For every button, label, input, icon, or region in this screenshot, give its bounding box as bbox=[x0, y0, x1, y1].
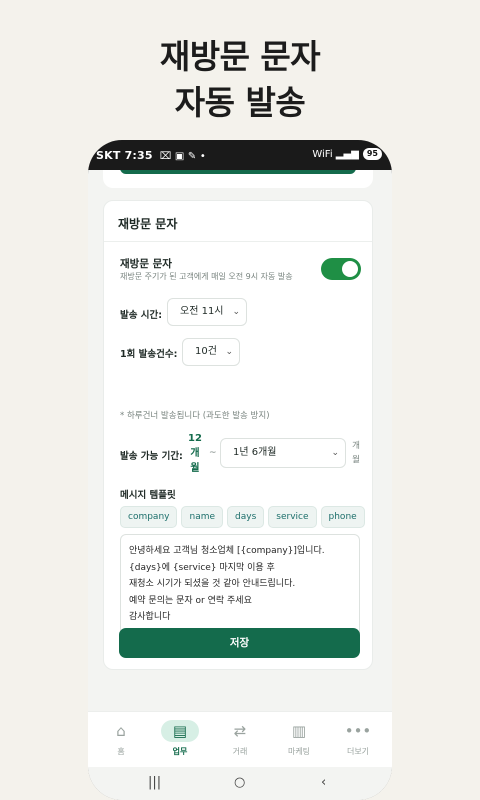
transfer-icon: ⇄ bbox=[233, 722, 247, 740]
carrier-time: SKT 7:35 bbox=[96, 149, 153, 162]
nav-label: 거래 bbox=[232, 747, 248, 756]
template-line: 감사합니다 bbox=[129, 612, 171, 622]
previous-card-button[interactable] bbox=[120, 170, 356, 174]
app-screen: 재방문 문자 재방문 문자 재방문 주기가 된 고객에게 매일 오전 9시 자동… bbox=[88, 170, 392, 800]
bar-chart-icon: ▥ bbox=[291, 722, 307, 740]
chip-name[interactable]: name bbox=[181, 506, 224, 528]
home-button-icon[interactable]: ○ bbox=[234, 775, 245, 790]
chip-phone[interactable]: phone bbox=[320, 506, 365, 528]
headline-line-2: 자동 발송 bbox=[174, 83, 306, 122]
chevron-down-icon: ⌄ bbox=[232, 307, 240, 317]
send-count-value: 10건 bbox=[195, 346, 217, 357]
nav-home[interactable]: ⌂ 홈 bbox=[93, 720, 149, 757]
nav-label: 업무 bbox=[172, 747, 188, 756]
nav-work[interactable]: ▤ 업무 bbox=[152, 720, 208, 757]
nav-label: 더보기 bbox=[346, 747, 370, 756]
send-time-select[interactable]: 오전 11시 ⌄ bbox=[167, 298, 247, 326]
template-line: 예약 문의는 문자 or 연락 주세요 bbox=[129, 595, 252, 606]
chip-days[interactable]: days bbox=[227, 506, 265, 528]
send-count-select[interactable]: 10건 ⌄ bbox=[182, 338, 240, 366]
nav-marketing[interactable]: ▥ 마케팅 bbox=[271, 720, 327, 757]
period-unit: 개 월 bbox=[352, 441, 360, 465]
period-to-select[interactable]: 1년 6개월 ⌄ bbox=[220, 438, 346, 468]
template-label: 메시지 템플릿 bbox=[120, 490, 176, 501]
period-separator: ~ bbox=[209, 448, 217, 458]
system-navigation: ||| ○ ‹ bbox=[88, 767, 392, 800]
template-line: {days}에 {service} 마지막 이용 후 bbox=[129, 562, 275, 573]
phone-frame: SKT 7:35 ⌧ ▣ ✎ • WiFi ▂▄▆ 95 재방문 문자 재방문 … bbox=[88, 140, 392, 800]
revisit-sms-card: 재방문 문자 재방문 문자 재방문 주기가 된 고객에게 매일 오전 9시 자동… bbox=[103, 200, 373, 670]
nav-label: 마케팅 bbox=[287, 747, 311, 756]
back-icon[interactable]: ‹ bbox=[321, 775, 326, 790]
nav-transactions[interactable]: ⇄ 거래 bbox=[212, 720, 268, 757]
bottom-navigation: ⌂ 홈 ▤ 업무 ⇄ 거래 ▥ 마케팅 ••• 더보기 bbox=[88, 711, 392, 768]
chevron-down-icon: ⌄ bbox=[331, 448, 339, 458]
divider bbox=[104, 241, 372, 242]
save-button[interactable]: 저장 bbox=[119, 628, 360, 658]
status-bar: SKT 7:35 ⌧ ▣ ✎ • WiFi ▂▄▆ 95 bbox=[88, 140, 392, 170]
previous-card bbox=[103, 170, 373, 188]
nav-more[interactable]: ••• 더보기 bbox=[330, 720, 386, 757]
home-icon: ⌂ bbox=[116, 722, 126, 740]
send-count-label: 1회 발송건수: bbox=[120, 349, 178, 360]
recents-icon[interactable]: ||| bbox=[148, 775, 161, 790]
toggle-row-description: 재방문 주기가 된 고객에게 매일 오전 9시 자동 발송 bbox=[120, 272, 293, 281]
signal-icon: WiFi ▂▄▆ bbox=[312, 148, 359, 160]
notification-icons: ⌧ ▣ ✎ • bbox=[159, 151, 206, 162]
promo-headline: 재방문 문자 자동 발송 bbox=[0, 34, 480, 126]
period-from-value[interactable]: 12 개 월 bbox=[186, 431, 204, 476]
send-time-label: 발송 시간: bbox=[120, 310, 163, 321]
period-label: 발송 가능 기간: bbox=[120, 451, 183, 462]
toggle-row-title: 재방문 문자 bbox=[120, 258, 172, 270]
send-note: * 하루건너 발송됩니다 (과도한 발송 방지) bbox=[120, 411, 270, 421]
card-title: 재방문 문자 bbox=[118, 217, 178, 231]
period-to-value: 1년 6개월 bbox=[233, 447, 277, 458]
battery-icon: 95 bbox=[362, 148, 382, 160]
chip-service[interactable]: service bbox=[268, 506, 317, 528]
revisit-sms-toggle[interactable] bbox=[321, 258, 361, 280]
chip-company[interactable]: company bbox=[120, 506, 178, 528]
template-line: 안녕하세요 고객님 청소업체 [{company}]입니다. bbox=[129, 546, 325, 556]
variable-chips: company name days service phone bbox=[120, 506, 365, 528]
headline-line-1: 재방문 문자 bbox=[159, 37, 321, 76]
nav-label: 홈 bbox=[117, 747, 125, 756]
chevron-down-icon: ⌄ bbox=[225, 347, 233, 357]
more-icon: ••• bbox=[344, 722, 372, 740]
toggle-knob bbox=[342, 261, 358, 277]
template-line: 재청소 시기가 되셨을 것 같아 안내드립니다. bbox=[129, 579, 296, 589]
clipboard-icon: ▤ bbox=[161, 720, 199, 742]
send-time-value: 오전 11시 bbox=[180, 306, 224, 317]
